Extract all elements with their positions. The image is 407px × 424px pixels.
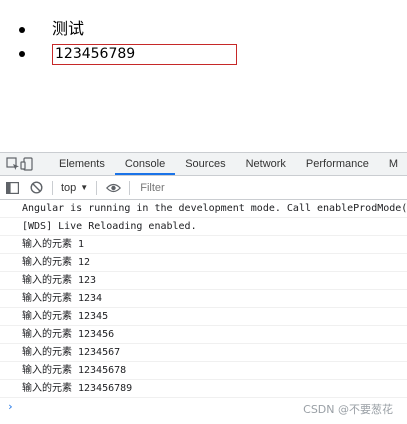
app-list: 测试: [0, 18, 237, 66]
console-message: 输入的元素 123456: [0, 326, 407, 344]
console-toolbar: top ▼: [0, 176, 407, 200]
chevron-right-icon: ›: [7, 400, 14, 413]
console-message: 输入的元素 123456789: [0, 380, 407, 398]
caret-down-icon: ▼: [80, 183, 89, 192]
bullet: [19, 51, 25, 57]
console-message: 输入的元素 12: [0, 254, 407, 272]
list-item: [19, 42, 237, 66]
tab-performance[interactable]: Performance: [296, 153, 379, 175]
message-label: 输入的元素: [22, 347, 72, 358]
message-label: 输入的元素: [22, 257, 72, 268]
separator: [52, 180, 53, 195]
console-message: 输入的元素 12345: [0, 308, 407, 326]
message-label: 输入的元素: [22, 293, 72, 304]
tab-console[interactable]: Console: [114, 153, 176, 175]
message-value: 12: [78, 257, 91, 268]
device-toggle-icon[interactable]: [20, 153, 34, 175]
message-label: 输入的元素: [22, 329, 72, 340]
devtools-tab-bar: Elements Console Sources Network Perform…: [0, 153, 407, 176]
console-output: Angular is running in the development mo…: [0, 200, 407, 416]
console-message: [WDS] Live Reloading enabled.: [0, 218, 407, 236]
console-message: 输入的元素 123: [0, 272, 407, 290]
page: 测试 Elements Console Sources Network Perf…: [0, 0, 407, 424]
tab-network[interactable]: Network: [236, 153, 296, 175]
list-item-text: 测试: [52, 19, 85, 38]
list-item: 测试: [19, 18, 237, 42]
message-label: 输入的元素: [22, 365, 72, 376]
sidebar-toggle-icon[interactable]: [0, 176, 24, 199]
inspect-element-icon[interactable]: [6, 153, 20, 175]
eye-icon[interactable]: [101, 176, 125, 199]
tab-elements[interactable]: Elements: [49, 153, 115, 175]
message-text: [WDS] Live Reloading enabled.: [22, 221, 197, 232]
watermark: CSDN @不要葱花: [303, 403, 393, 416]
message-value: 12345: [78, 311, 109, 322]
message-label: 输入的元素: [22, 275, 72, 286]
message-value: 1234567: [78, 347, 121, 358]
clear-console-icon[interactable]: [24, 176, 48, 199]
message-text: Angular is running in the development mo…: [22, 203, 407, 214]
console-message: 输入的元素 1: [0, 236, 407, 254]
filter-input[interactable]: [134, 177, 407, 198]
message-label: 输入的元素: [22, 311, 72, 322]
text-input[interactable]: [52, 43, 237, 65]
message-value: 123: [78, 275, 97, 286]
message-value: 12345678: [78, 365, 127, 376]
console-message: Angular is running in the development mo…: [0, 200, 407, 218]
console-message: 输入的元素 12345678: [0, 362, 407, 380]
console-message: 输入的元素 1234: [0, 290, 407, 308]
message-value: 1: [78, 239, 85, 250]
context-label: top: [61, 181, 77, 194]
message-label: 输入的元素: [22, 383, 72, 394]
devtools-panel: Elements Console Sources Network Perform…: [0, 152, 407, 424]
message-value: 123456789: [78, 383, 133, 394]
tab-sources[interactable]: Sources: [175, 153, 235, 175]
message-value: 123456: [78, 329, 115, 340]
separator: [129, 180, 131, 195]
message-label: 输入的元素: [22, 239, 72, 250]
console-message: 输入的元素 1234567: [0, 344, 407, 362]
bullet: [19, 27, 25, 33]
tab-memory[interactable]: M: [379, 153, 407, 175]
message-value: 1234: [78, 293, 103, 304]
separator: [96, 180, 98, 195]
context-selector[interactable]: top ▼: [57, 182, 92, 194]
